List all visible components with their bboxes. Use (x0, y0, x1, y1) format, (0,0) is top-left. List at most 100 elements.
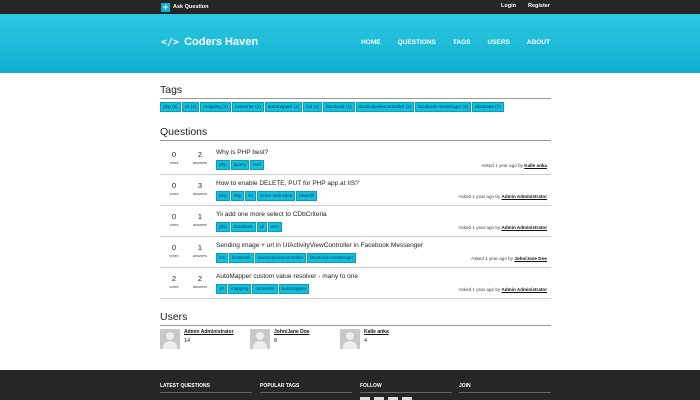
answers-label: answers (192, 192, 208, 196)
votes-number: 0 (171, 212, 177, 221)
vote-count: 0 votes (164, 212, 184, 227)
question-title-link[interactable]: Why is PHP best? (216, 149, 268, 156)
nav-users[interactable]: USERS (487, 39, 509, 46)
user-reputation: 8 (274, 338, 278, 344)
user-name-link[interactable]: Admin Administrator (184, 329, 234, 335)
asker-link[interactable]: Admin Administrator (501, 225, 547, 230)
tag-chip[interactable]: automapper (278, 284, 310, 294)
site-title: Coders Haven (184, 36, 259, 48)
question-title-link[interactable]: Sending image + url in UIActivityViewCon… (216, 242, 423, 249)
register-link[interactable]: Register (528, 3, 550, 9)
asker-link[interactable]: Kalle anka (524, 163, 547, 168)
tags-heading: Tags (160, 84, 551, 99)
tag-chip[interactable]: database (230, 222, 256, 232)
top-bar: + Ask Question Login Register (0, 0, 700, 14)
asker-link[interactable]: Admin Administrator (501, 287, 547, 292)
question-title-link[interactable]: How to enable DELETE, PUT for PHP app at… (216, 180, 359, 187)
tag-chip[interactable]: php (3) (160, 102, 181, 112)
answers-label: answers (192, 254, 208, 258)
user-name-link[interactable]: Kalle anka (364, 329, 389, 335)
answer-count: 2 answers (190, 274, 210, 289)
question-tags: php http iis azure-web-sites cleardb (216, 191, 318, 203)
tag-chip[interactable]: mapping (1) (200, 102, 231, 112)
tag-chip[interactable]: troll (250, 160, 264, 170)
votes-number: 0 (171, 181, 177, 190)
main-content: Tags php (3) c# (1) mapping (1) converter (… (160, 84, 551, 349)
votes-number: 0 (171, 150, 177, 159)
tag-chip[interactable]: azure-web-sites (256, 191, 296, 201)
question-row: 0 votes 1 answers Sending image + url in UIA… (160, 237, 551, 268)
tag-chip[interactable]: orm (267, 222, 282, 232)
answers-label: answers (192, 161, 208, 165)
users-section: Users Admin Administrator 14 John/Jane Doe… (160, 311, 551, 349)
tag-chip[interactable]: converter (1) (231, 102, 264, 112)
tag-chip[interactable]: yii (256, 222, 267, 232)
user-info: John/Jane Doe 8 (274, 329, 310, 349)
asked-info: Asked 1 year ago by Kalle anka (481, 163, 547, 168)
tag-chip[interactable]: php (216, 191, 230, 201)
tag-chip[interactable]: ios (216, 253, 228, 263)
question-row: 0 votes 3 answers How to enable DELETE, PUT … (160, 175, 551, 206)
user-name-link[interactable]: John/Jane Doe (274, 329, 310, 335)
tag-chip[interactable]: http (230, 191, 245, 201)
auth-links: Login Register (501, 3, 550, 9)
main-nav: HOME QUESTIONS TAGS USERS ABOUT (361, 39, 550, 46)
user-card: Kalle anka 4 (340, 329, 430, 349)
ask-question-label: Ask Question (173, 4, 209, 10)
asked-text: Asked 1 year ago by (481, 163, 523, 168)
tag-chip[interactable]: facebook-messenger (1) (415, 102, 471, 112)
answers-number: 1 (197, 243, 203, 252)
avatar[interactable] (250, 329, 270, 349)
asked-text: Asked 1 year ago by (471, 256, 514, 261)
tag-chip[interactable]: c# (216, 284, 227, 294)
asker-link[interactable]: John/Jane Doe (514, 256, 547, 261)
tag-chip[interactable]: iis (245, 191, 256, 201)
question-tags: ios facebook uiactivityviewcontroller faceb… (216, 253, 357, 265)
user-reputation: 14 (184, 338, 191, 344)
tag-chip[interactable]: php (216, 160, 230, 170)
answer-count: 1 answers (190, 243, 210, 258)
tag-chip[interactable]: uiactivityviewcontroller (254, 253, 307, 263)
tag-chip[interactable]: uiactivityviewcontroller (1) (355, 102, 415, 112)
tag-chip[interactable]: facebook-messenger (307, 253, 357, 263)
question-tags: php jquery troll (216, 160, 265, 172)
users-heading: Users (160, 311, 551, 326)
nav-home[interactable]: HOME (361, 39, 381, 46)
tag-chip[interactable]: php (216, 222, 230, 232)
ask-question-button[interactable]: + Ask Question (161, 2, 208, 12)
tag-chip[interactable]: automapper (1) (264, 102, 303, 112)
answers-label: answers (192, 223, 208, 227)
nav-tags[interactable]: TAGS (453, 39, 471, 46)
tag-chip[interactable]: facebook (228, 253, 254, 263)
nav-questions[interactable]: QUESTIONS (398, 39, 436, 46)
asker-link[interactable]: Admin Administrator (501, 194, 547, 199)
avatar[interactable] (340, 329, 360, 349)
question-row: 0 votes 1 answers Yii add one more select to… (160, 206, 551, 237)
footer-latest-questions: LATEST QUESTIONS (160, 383, 252, 393)
question-list: 0 votes 2 answers Why is PHP best? php jquery t… (160, 144, 551, 299)
answers-number: 1 (197, 212, 203, 221)
asked-info: Asked 1 year ago by Admin Administrator (458, 287, 547, 292)
login-link[interactable]: Login (501, 3, 516, 9)
answers-label: answers (192, 285, 208, 289)
tag-chip[interactable]: converter (252, 284, 278, 294)
tag-chip[interactable]: jquery (230, 160, 250, 170)
site-header: </> Coders Haven HOME QUESTIONS TAGS USE… (0, 14, 700, 73)
site-logo[interactable]: </> Coders Haven (161, 36, 258, 48)
question-title-link[interactable]: AutoMapper custom value resolver - many … (216, 273, 358, 280)
question-title-link[interactable]: Yii add one more select to CDbCriteria (216, 211, 327, 218)
tag-chip[interactable]: facebook (1) (323, 102, 355, 112)
tag-chip[interactable]: cleardb (296, 191, 318, 201)
asked-info: Asked 1 year ago by Admin Administrator (458, 225, 547, 230)
footer-follow: FOLLOW (360, 383, 452, 393)
user-list: Admin Administrator 14 John/Jane Doe 8 Kalle… (160, 329, 551, 349)
avatar[interactable] (160, 329, 180, 349)
nav-about[interactable]: ABOUT (527, 39, 550, 46)
tag-chip[interactable]: database (1) (472, 102, 504, 112)
tag-chip[interactable]: c# (1) (181, 102, 200, 112)
tag-chip[interactable]: mapping (227, 284, 252, 294)
votes-number: 0 (171, 243, 177, 252)
tag-chip[interactable]: ios (1) (303, 102, 323, 112)
code-icon: </> (161, 36, 180, 48)
questions-heading: Questions (160, 126, 551, 141)
